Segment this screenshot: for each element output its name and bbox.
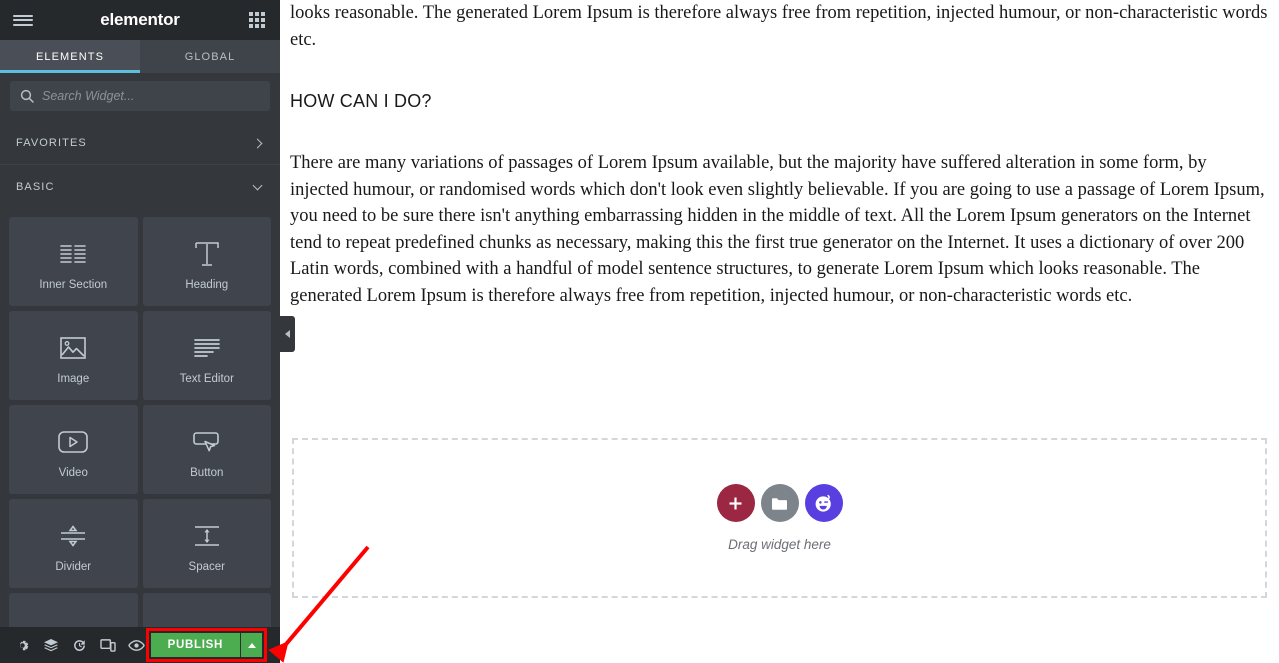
widget-grid: Inner Section Heading Image Text Editor …	[0, 209, 280, 663]
apps-grid-icon[interactable]	[234, 12, 280, 28]
ai-button[interactable]	[804, 484, 843, 522]
category-favorites-label: FAVORITES	[16, 136, 87, 149]
caret-up-icon	[247, 642, 256, 648]
paragraph-top: looks reasonable. The generated Lorem Ip…	[290, 3, 1268, 50]
search-container	[0, 73, 280, 121]
panel-footer: PUBLISH	[0, 627, 280, 663]
add-element-button[interactable]	[716, 484, 755, 522]
paragraph-main: There are many variations of passages of…	[290, 153, 1265, 306]
publish-group: PUBLISH	[145, 628, 267, 662]
responsive-mode-icon[interactable]	[94, 627, 123, 663]
widget-image[interactable]: Image	[9, 311, 138, 400]
video-play-icon	[58, 421, 89, 463]
dropzone-buttons	[716, 484, 843, 522]
ai-smiley-icon	[815, 494, 831, 512]
widget-heading[interactable]: Heading	[142, 217, 271, 306]
navigator-layers-icon[interactable]	[37, 627, 66, 663]
button-cursor-icon	[192, 421, 222, 463]
widget-label: Video	[58, 466, 88, 479]
widget-divider[interactable]: Divider	[9, 499, 138, 588]
dropzone-label: Drag widget here	[728, 537, 831, 552]
widget-dropzone[interactable]: Drag widget here	[292, 438, 1267, 598]
plus-icon	[729, 497, 742, 509]
search-box[interactable]	[10, 81, 270, 111]
panel-body: FAVORITES BASIC Inner Section Heading Im…	[0, 121, 280, 663]
chevron-right-icon	[252, 137, 264, 149]
category-basic-label: BASIC	[16, 181, 55, 193]
settings-gear-icon[interactable]	[8, 627, 37, 663]
section-heading: HOW CAN I DO?	[290, 91, 432, 111]
elementor-panel: elementor ELEMENTS GLOBAL Search Widget.…	[0, 0, 295, 663]
category-basic[interactable]: BASIC	[0, 165, 280, 209]
tab-global[interactable]: GLOBAL	[140, 40, 280, 73]
inner-section-icon	[59, 233, 87, 275]
preview-eye-icon[interactable]	[122, 627, 151, 663]
chevron-down-icon	[252, 181, 264, 193]
hamburger-menu-icon[interactable]	[0, 12, 46, 28]
image-icon	[60, 327, 87, 369]
publish-button[interactable]: PUBLISH	[150, 633, 240, 657]
chevron-left-icon	[285, 330, 290, 338]
editor-canvas: looks reasonable. The generated Lorem Ip…	[280, 0, 1279, 663]
elementor-editor: looks reasonable. The generated Lorem Ip…	[0, 0, 1279, 663]
widget-button[interactable]: Button	[142, 405, 271, 494]
widget-video[interactable]: Video	[9, 405, 138, 494]
widget-label: Inner Section	[39, 278, 108, 291]
widget-spacer[interactable]: Spacer	[142, 499, 271, 588]
document-content: looks reasonable. The generated Lorem Ip…	[280, 0, 1279, 309]
folder-icon	[772, 497, 787, 510]
panel-collapse-toggle[interactable]	[280, 316, 295, 352]
heading-t-icon	[193, 233, 221, 275]
widget-label: Button	[190, 466, 224, 479]
divider-icon	[58, 515, 88, 557]
publish-options-button[interactable]	[240, 633, 262, 657]
add-template-button[interactable]	[760, 484, 799, 522]
widget-label: Image	[57, 372, 90, 385]
text-editor-icon	[193, 327, 221, 369]
widget-text-editor[interactable]: Text Editor	[142, 311, 271, 400]
panel-tabs: ELEMENTS GLOBAL	[0, 40, 280, 73]
search-icon	[20, 89, 34, 103]
widget-label: Divider	[55, 560, 92, 573]
panel-header: elementor	[0, 0, 280, 40]
elementor-logo: elementor	[100, 10, 180, 29]
widget-label: Text Editor	[179, 372, 234, 385]
search-input[interactable]	[42, 89, 260, 103]
tab-elements[interactable]: ELEMENTS	[0, 40, 140, 73]
widget-label: Heading	[185, 278, 229, 291]
widget-inner-section[interactable]: Inner Section	[9, 217, 138, 306]
spacer-icon	[192, 515, 222, 557]
history-clock-icon[interactable]	[65, 627, 94, 663]
widget-label: Spacer	[188, 560, 225, 573]
category-favorites[interactable]: FAVORITES	[0, 121, 280, 165]
